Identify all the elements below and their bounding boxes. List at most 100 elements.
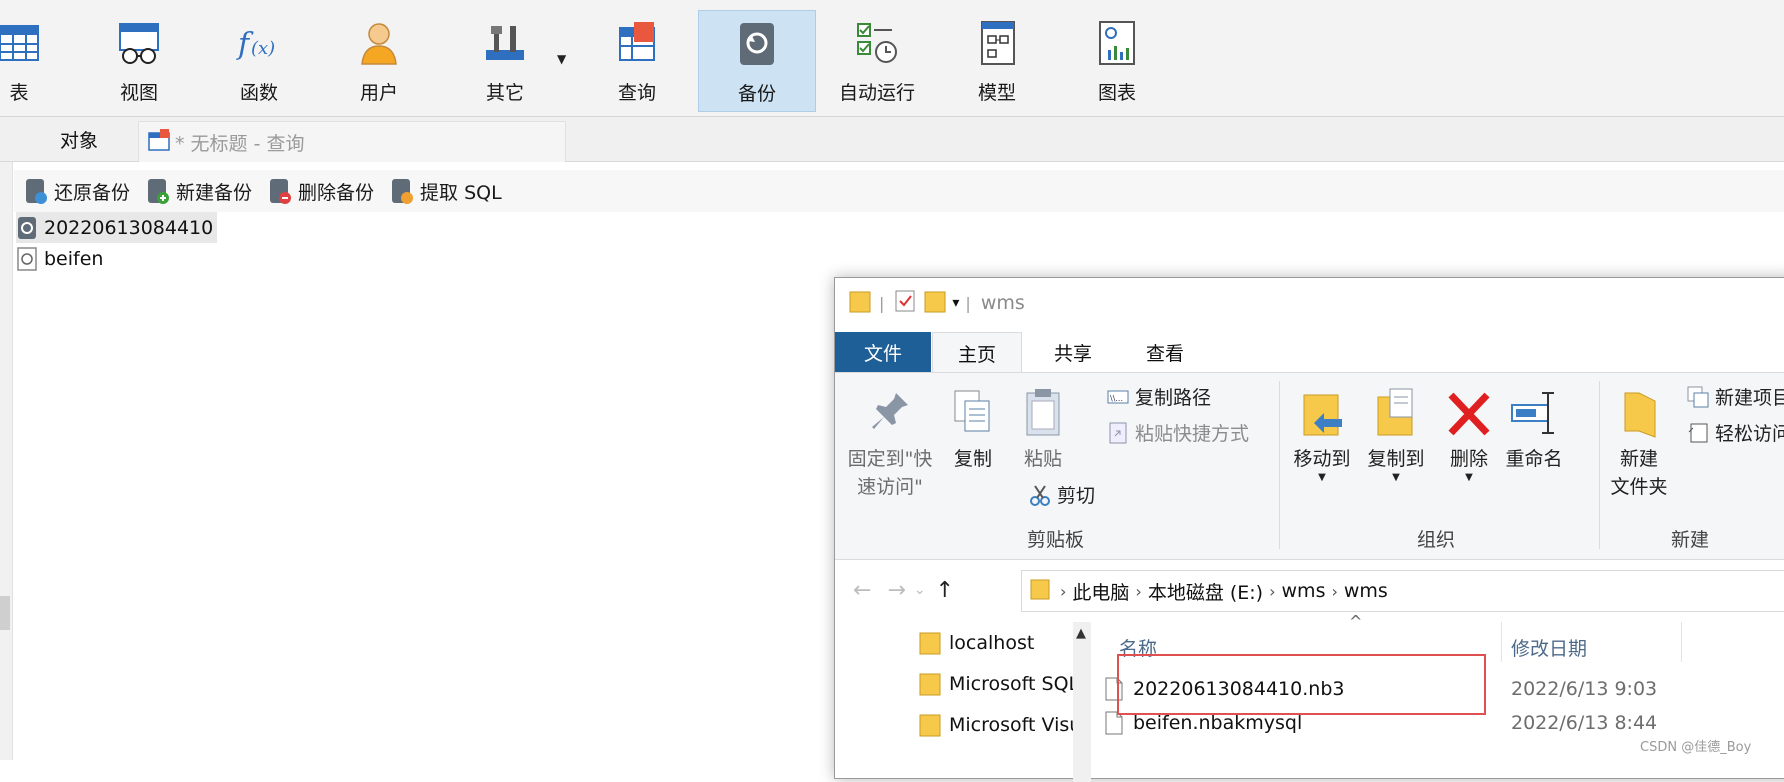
chevron-down-icon[interactable]: ▼ <box>557 52 566 66</box>
forward-arrow-icon[interactable]: → <box>887 578 905 603</box>
toolbar-user-button[interactable]: 用户 <box>320 10 438 112</box>
new-folder-label-2: 文件夹 <box>1610 476 1668 498</box>
delete-button[interactable]: 删除 ▼ <box>1443 387 1495 483</box>
copy-to-button[interactable]: 复制到 ▼ <box>1363 387 1429 483</box>
new-item-icon <box>1687 386 1709 408</box>
rename-button[interactable]: 重命名 <box>1501 387 1567 473</box>
tab-view[interactable]: 查看 <box>1117 332 1213 372</box>
group-clipboard-label: 剪贴板 <box>1027 529 1085 551</box>
svg-text:(x): (x) <box>251 38 275 59</box>
toolbar-label: 用户 <box>359 82 398 104</box>
new-backup-label: 新建备份 <box>176 181 253 204</box>
pin-label-2: 速访问" <box>857 476 923 498</box>
backup-name: beifen <box>44 247 104 270</box>
tab-share[interactable]: 共享 <box>1025 332 1121 372</box>
query-icon <box>614 20 660 66</box>
toolbar-query-button[interactable]: 查询 <box>578 10 696 112</box>
list-item[interactable]: 20220613084410 <box>16 212 218 243</box>
table-icon <box>0 20 42 66</box>
scroll-up-icon[interactable]: ▲ <box>1076 626 1086 641</box>
column-divider[interactable] <box>1501 622 1502 662</box>
paste-button[interactable]: 粘贴 <box>1015 387 1071 473</box>
nav-item[interactable]: localhost <box>919 622 1073 663</box>
backup-action-bar: 还原备份 新建备份 删除备份 提取 SQL <box>14 170 1784 212</box>
customize-quick-access-icon[interactable]: ▾ <box>952 295 959 311</box>
toolbar-label: 其它 <box>485 82 524 104</box>
view-icon <box>116 20 162 66</box>
ribbon-tabs: 文件 主页 共享 查看 <box>835 332 1784 373</box>
rename-icon <box>1510 387 1558 441</box>
folder-icon <box>919 713 941 737</box>
toolbar-table-button[interactable]: 表 <box>0 10 78 112</box>
cut-button[interactable]: 剪切 <box>1029 481 1095 508</box>
delete-backup-icon <box>268 177 292 205</box>
restore-backup-button[interactable]: 还原备份 <box>24 177 130 205</box>
properties-icon[interactable] <box>894 288 916 318</box>
tab-query[interactable]: * 无标题 - 查询 <box>138 121 566 162</box>
user-icon <box>356 20 402 66</box>
address-row: ← → ⌄ ↑ › 此电脑 › 本地磁盘 (E:) › wms › wms <box>835 562 1784 618</box>
delete-icon <box>1445 387 1493 441</box>
address-bar[interactable]: › 此电脑 › 本地磁盘 (E:) › wms › wms <box>1021 570 1784 612</box>
tab-file[interactable]: 文件 <box>835 332 931 372</box>
easy-access-button[interactable]: 轻松访问 <box>1687 419 1784 446</box>
toolbar-chart-button[interactable]: 图表 <box>1058 10 1176 112</box>
new-folder-quick-icon[interactable] <box>924 288 946 318</box>
column-date[interactable]: 修改日期 <box>1511 634 1587 661</box>
breadcrumb-this-pc[interactable]: 此电脑 <box>1072 578 1129 605</box>
up-arrow-icon[interactable]: ↑ <box>936 578 954 603</box>
backup-file-icon <box>16 246 38 271</box>
nav-item-label: localhost <box>949 631 1035 654</box>
breadcrumb-wms-parent[interactable]: wms <box>1282 580 1326 602</box>
copy-path-icon: \\... <box>1107 386 1129 408</box>
breadcrumb-local-disk[interactable]: 本地磁盘 (E:) <box>1148 578 1263 605</box>
nav-scrollbar[interactable]: ▲ <box>1073 622 1091 782</box>
new-item-label: 新建项目 <box>1715 387 1784 409</box>
toolbar-schedule-button[interactable]: 自动运行 <box>818 10 936 112</box>
move-to-button[interactable]: 移动到 ▼ <box>1289 387 1355 483</box>
pin-quick-access-button[interactable]: 固定到"快 速访问" <box>845 387 935 501</box>
toolbar-view-button[interactable]: 视图 <box>80 10 198 112</box>
toolbar-backup-button[interactable]: 备份 <box>698 10 816 112</box>
tab-home[interactable]: 主页 <box>932 332 1022 373</box>
left-gutter <box>0 162 13 760</box>
list-item[interactable]: beifen <box>16 243 217 274</box>
copy-button[interactable]: 复制 <box>945 387 1001 473</box>
recent-chevron-icon[interactable]: ⌄ <box>914 582 926 598</box>
ribbon-separator <box>1279 381 1280 549</box>
chart-icon <box>1094 20 1140 66</box>
copy-path-label: 复制路径 <box>1135 387 1212 409</box>
tools-icon <box>482 20 528 66</box>
copy-to-icon <box>1372 387 1420 441</box>
tab-objects[interactable]: 对象 <box>24 117 134 161</box>
toolbar-function-button[interactable]: f (x) 函数 <box>200 10 318 112</box>
paste-label: 粘贴 <box>1023 448 1062 470</box>
column-divider[interactable] <box>1681 622 1682 662</box>
copy-to-label: 复制到 <box>1367 448 1425 470</box>
paste-shortcut-button[interactable]: 粘贴快捷方式 <box>1107 419 1249 446</box>
delete-backup-button[interactable]: 删除备份 <box>268 177 374 205</box>
svg-text:\\...: \\... <box>1110 394 1123 403</box>
new-backup-button[interactable]: 新建备份 <box>146 177 252 205</box>
folder-icon <box>1030 577 1050 606</box>
navigation-pane: localhost Microsoft SQL Server Microsoft… <box>919 622 1073 782</box>
toolbar-other-button[interactable]: 其它 <box>446 10 564 112</box>
toolbar-label: 图表 <box>1097 82 1136 104</box>
file-name: beifen.nbakmysql <box>1133 712 1303 734</box>
new-item-button[interactable]: 新建项目 <box>1687 383 1784 410</box>
gutter-marker <box>0 596 10 630</box>
function-icon: f (x) <box>236 20 282 66</box>
back-arrow-icon[interactable]: ← <box>853 578 871 603</box>
copy-path-button[interactable]: \\... 复制路径 <box>1107 383 1211 410</box>
chevron-down-icon: ▼ <box>1318 472 1326 483</box>
extract-sql-button[interactable]: 提取 SQL <box>390 177 502 205</box>
folder-icon <box>849 288 871 318</box>
breadcrumb-wms[interactable]: wms <box>1344 580 1388 602</box>
folder-icon <box>919 672 941 696</box>
nav-item[interactable]: Microsoft Visual Studio <box>919 704 1073 745</box>
toolbar-model-button[interactable]: 模型 <box>938 10 1056 112</box>
file-date: 2022/6/13 8:44 <box>1511 712 1658 734</box>
new-folder-button[interactable]: 新建 文件夹 <box>1609 387 1669 501</box>
group-new-label: 新建 <box>1671 529 1710 551</box>
nav-item[interactable]: Microsoft SQL Server <box>919 663 1073 704</box>
